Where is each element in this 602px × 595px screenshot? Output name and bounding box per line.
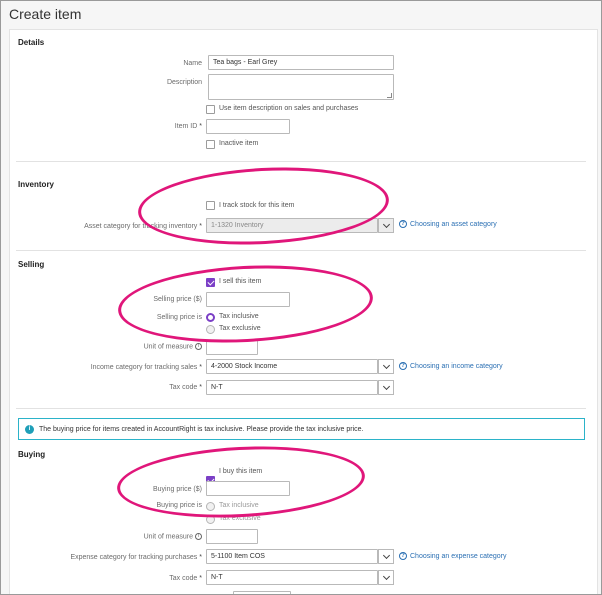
income-category-label: Income category for tracking sales *: [91, 364, 202, 371]
inactive-item-checkbox[interactable]: [206, 140, 215, 149]
buying-unit-label-text: Unit of measure: [143, 533, 193, 541]
selling-tax-inclusive-radio[interactable]: [206, 313, 215, 322]
asset-category-help-text: Choosing an asset category: [410, 220, 497, 228]
selling-price-label: Selling price ($): [153, 296, 202, 303]
selling-tax-code-label: Tax code *: [169, 384, 202, 391]
item-id-label: Item ID *: [175, 123, 202, 130]
required-mark: *: [199, 384, 202, 391]
chevron-down-icon: [382, 572, 390, 580]
required-mark: *: [199, 575, 202, 582]
expense-category-label: Expense category for tracking purchases …: [70, 554, 202, 561]
buying-unit-input[interactable]: [206, 529, 258, 544]
selling-tax-code-label-text: Tax code: [169, 384, 198, 391]
question-circle-icon: ?: [399, 220, 407, 228]
required-mark: *: [199, 223, 202, 230]
selling-tax-code-select[interactable]: N-T: [206, 380, 378, 395]
track-stock-label: I track stock for this item: [219, 202, 295, 209]
item-id-input[interactable]: [206, 119, 290, 134]
item-id-label-text: Item ID: [174, 123, 198, 130]
income-category-dropdown-button[interactable]: [378, 359, 394, 374]
inventory-heading: Inventory: [18, 180, 55, 189]
inactive-item-label: Inactive item: [219, 140, 259, 147]
asset-category-label-text: Asset category for tracking inventory: [84, 223, 198, 230]
buying-tax-code-dropdown-button[interactable]: [378, 570, 394, 585]
buy-item-label: I buy this item: [219, 468, 263, 475]
create-item-window: Create item Details Name Tea bags - Earl…: [0, 0, 602, 595]
selling-tax-exclusive-label: Tax exclusive: [219, 325, 261, 332]
sell-item-label: I sell this item: [219, 278, 262, 285]
buying-tax-inclusive-label: Tax inclusive: [219, 502, 259, 509]
name-input[interactable]: Tea bags - Earl Grey: [208, 55, 394, 70]
details-heading: Details: [18, 38, 45, 47]
buying-heading: Buying: [18, 450, 46, 459]
selling-tax-inclusive-label: Tax inclusive: [219, 313, 259, 320]
expense-category-help-link[interactable]: ? Choosing an expense category: [399, 552, 507, 560]
resize-handle-icon[interactable]: [387, 93, 392, 98]
divider: [16, 161, 586, 162]
required-mark: *: [199, 554, 202, 561]
chevron-down-icon: [382, 551, 390, 559]
asset-category-dropdown-button[interactable]: [378, 218, 394, 233]
income-category-help-text: Choosing an income category: [410, 362, 503, 370]
asset-category-help-link[interactable]: ? Choosing an asset category: [399, 220, 497, 228]
expense-category-help-text: Choosing an expense category: [410, 552, 507, 560]
selling-unit-label-text: Unit of measure: [143, 343, 193, 351]
buying-tax-exclusive-radio[interactable]: [206, 515, 215, 524]
buying-price-is-label: Buying price is: [156, 502, 202, 509]
info-circle-icon[interactable]: i: [195, 533, 202, 540]
selling-heading: Selling: [18, 260, 45, 269]
buying-price-input[interactable]: [206, 481, 290, 496]
track-stock-checkbox[interactable]: [206, 201, 215, 210]
buying-unit-label: Unit of measure i: [144, 533, 202, 540]
question-circle-icon: ?: [399, 362, 407, 370]
tax-inclusive-notice: i The buying price for items created in …: [18, 418, 585, 440]
selling-tax-exclusive-radio[interactable]: [206, 325, 215, 334]
cut-off-input[interactable]: [233, 591, 291, 594]
required-mark: *: [199, 364, 202, 371]
income-category-label-text: Income category for tracking sales: [90, 364, 198, 371]
expense-category-label-text: Expense category for tracking purchases: [70, 554, 198, 561]
buying-tax-code-label: Tax code *: [169, 575, 202, 582]
info-circle-icon: i: [25, 424, 34, 434]
sell-item-checkbox[interactable]: [206, 278, 215, 287]
page-title: Create item: [9, 6, 82, 22]
selling-price-is-label: Selling price is: [156, 314, 202, 321]
name-label: Name: [183, 60, 202, 67]
divider: [16, 250, 586, 251]
selling-unit-input[interactable]: [206, 340, 258, 355]
selling-unit-label: Unit of measure i: [144, 343, 202, 350]
buying-tax-inclusive-radio[interactable]: [206, 502, 215, 511]
expense-category-select[interactable]: 5-1100 Item COS: [206, 549, 378, 564]
selling-tax-code-dropdown-button[interactable]: [378, 380, 394, 395]
chevron-down-icon: [382, 361, 390, 369]
expense-category-dropdown-button[interactable]: [378, 549, 394, 564]
income-category-select[interactable]: 4-2000 Stock Income: [206, 359, 378, 374]
question-circle-icon: ?: [399, 552, 407, 560]
divider: [16, 408, 586, 409]
selling-price-input[interactable]: [206, 292, 290, 307]
asset-category-select[interactable]: 1-1320 Inventory: [206, 218, 378, 233]
description-input[interactable]: [208, 74, 394, 100]
chevron-down-icon: [382, 220, 390, 228]
chevron-down-icon: [382, 382, 390, 390]
buying-tax-code-select[interactable]: N-T: [206, 570, 378, 585]
notice-text: The buying price for items created in Ac…: [39, 425, 364, 433]
buying-price-label: Buying price ($): [152, 486, 202, 493]
buying-tax-code-label-text: Tax code: [169, 575, 198, 582]
required-mark: *: [199, 123, 202, 130]
info-circle-icon[interactable]: i: [195, 343, 202, 350]
use-description-label: Use item description on sales and purcha…: [219, 105, 359, 112]
item-form: Details Name Tea bags - Earl Grey Descri…: [9, 29, 598, 594]
use-description-checkbox[interactable]: [206, 105, 215, 114]
description-label: Description: [166, 79, 202, 86]
income-category-help-link[interactable]: ? Choosing an income category: [399, 362, 503, 370]
asset-category-label: Asset category for tracking inventory *: [84, 223, 202, 230]
buying-tax-exclusive-label: Tax exclusive: [219, 515, 261, 522]
